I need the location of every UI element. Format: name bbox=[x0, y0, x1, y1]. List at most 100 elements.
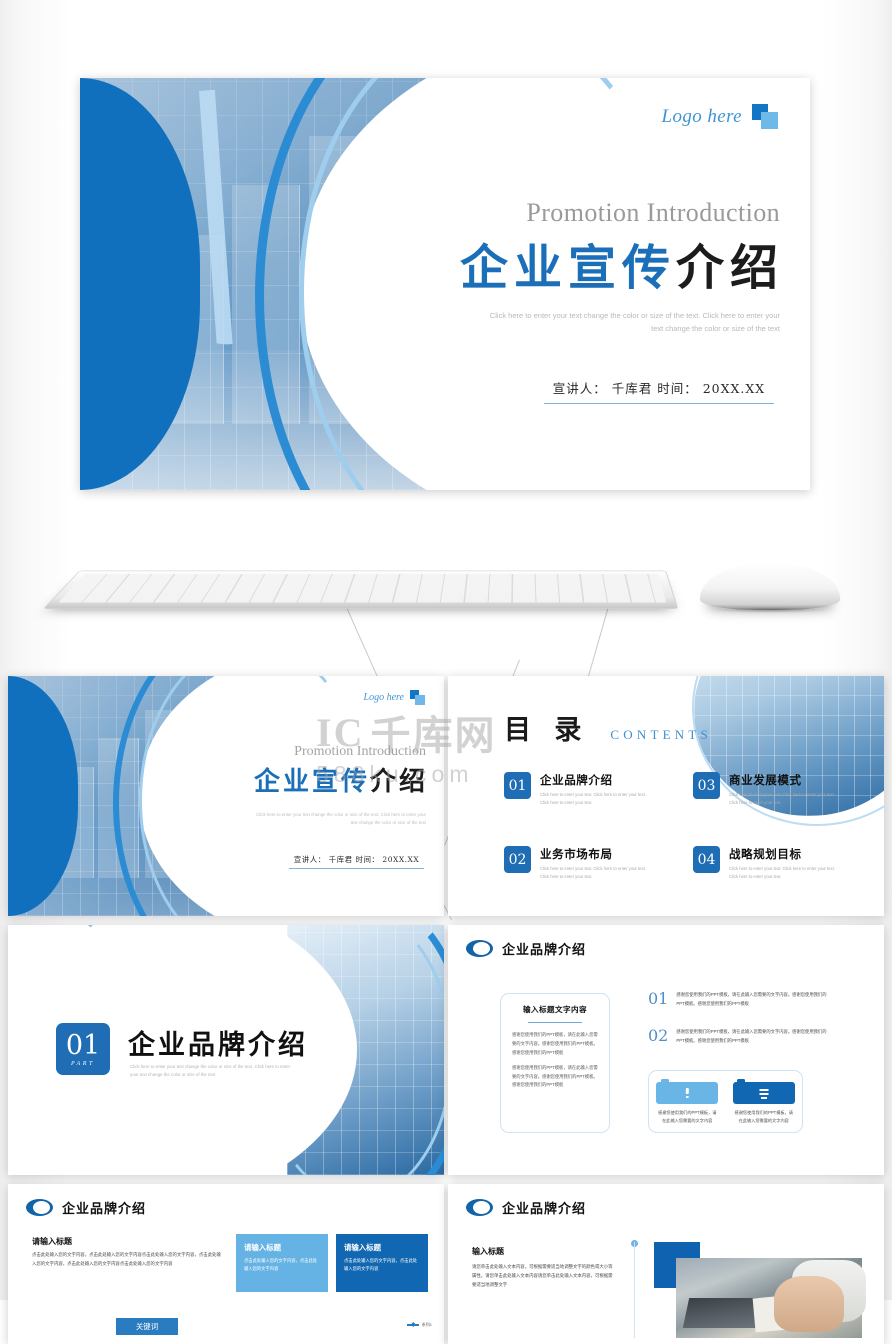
toc-item-04[interactable]: 04 战略规划目标 Click here to enter your text.… bbox=[693, 846, 866, 880]
card-divider bbox=[528, 1022, 582, 1024]
content3-text: 请您单击此处输入文本内容，可根据需要适当地调整文字的颜色或大小等属性。请您单击此… bbox=[472, 1264, 613, 1288]
toc-item-label: 战略规划目标 bbox=[729, 847, 802, 862]
content1-row-number: 01 bbox=[648, 989, 669, 1008]
content-slide-3[interactable]: 企业品牌介绍 输入标题 请您单击此处输入文本内容，可根据需要适当地调整文字的颜色… bbox=[448, 1184, 884, 1344]
thumb-cover-main-title: 企业宣传介绍 bbox=[254, 761, 428, 798]
toc-heading: 目 录 CONTENTS bbox=[504, 708, 712, 747]
logo-label: Logo here bbox=[661, 106, 742, 127]
content1-icon-col-1: 感谢您使用我们的PPT模板，请在此输入您需要的文字内容 bbox=[649, 1071, 726, 1132]
content1-icon-box: 感谢您使用我们的PPT模板，请在此输入您需要的文字内容 感谢您使用我们的PPT模… bbox=[648, 1070, 803, 1133]
content-slide-2[interactable]: 企业品牌介绍 请输入标题 点击此处输入您的文字内容，点击此处输入您的文字内容点击… bbox=[8, 1184, 444, 1344]
left-rule bbox=[448, 925, 452, 1175]
divider-description: Click here to enter your text change the… bbox=[130, 1064, 291, 1078]
thumb-title-blue: 企业宣传 bbox=[253, 767, 370, 797]
cover-title-black: 介绍 bbox=[675, 240, 784, 296]
content2-tile-2[interactable]: 请输入标题 点击此处输入您的文字内容，点击此处输入您的文字内容 bbox=[336, 1234, 428, 1292]
content1-header: 企业品牌介绍 bbox=[466, 939, 586, 958]
thumb-cover-description: Click here to enter your text change the… bbox=[256, 812, 426, 825]
eye-logo-icon bbox=[26, 1199, 53, 1216]
toc-number-badge: 01 bbox=[504, 772, 531, 799]
toc-title-en: CONTENTS bbox=[610, 727, 712, 742]
toc-item-label: 业务市场布局 bbox=[540, 847, 613, 862]
logo-squares-icon bbox=[752, 104, 780, 130]
content3-left-block: 输入标题 请您单击此处输入文本内容，可根据需要适当地调整文字的颜色或大小等属性。… bbox=[472, 1246, 624, 1289]
content1-card-title: 输入标题文字内容 bbox=[523, 1005, 587, 1014]
divider-number: 01 bbox=[65, 1029, 101, 1061]
eye-logo-icon bbox=[466, 1199, 493, 1216]
content1-icon-text: 感谢您使用我们的PPT模板，请在此输入您需要的文字内容 bbox=[658, 1110, 717, 1123]
legend-marker-icon bbox=[406, 1324, 419, 1326]
cover-content: Logo here Promotion Introduction 企业宣传介绍 … bbox=[409, 78, 811, 490]
cover-main-title: 企业宣传介绍 bbox=[460, 228, 784, 298]
content1-row-01: 01 感谢您使用我们的PPT模板，请在此输入您需要的文字内容。感谢您使用我们的P… bbox=[648, 991, 831, 1008]
content3-title: 输入标题 bbox=[472, 1246, 504, 1256]
content2-left-text: 点击此处输入您的文字内容，点击此处输入您的文字内容点击此处输入您的文字内容，点击… bbox=[32, 1252, 221, 1266]
content3-header-title: 企业品牌介绍 bbox=[502, 1202, 587, 1217]
toc-title-cn: 目 录 bbox=[504, 715, 589, 746]
content1-row-number: 02 bbox=[648, 1026, 669, 1045]
thumb-cover-slide[interactable]: Logo here Promotion Introduction 企业宣传介绍 … bbox=[8, 676, 444, 916]
clipboard-list-icon bbox=[732, 1079, 795, 1105]
cover-presenter-line: 宣讲人： 千库君 时间： 20XX.XX bbox=[544, 378, 774, 404]
content2-left-title: 请输入标题 bbox=[32, 1236, 72, 1246]
thumb-cover-presenter: 宣讲人： 千库君 时间： 20XX.XX bbox=[289, 854, 424, 869]
content2-tile-title: 请输入标题 bbox=[344, 1243, 381, 1252]
devices-row bbox=[0, 540, 892, 660]
legend-label: 系列1 bbox=[421, 1322, 432, 1327]
content2-tile-title: 请输入标题 bbox=[244, 1243, 281, 1252]
toc-number-badge: 04 bbox=[693, 846, 720, 874]
content1-card-p2: 感谢您使用我们的PPT模板，请在此输入您需要的文字内容。感谢您使用我们的PPT模… bbox=[512, 1065, 598, 1088]
keyword-button[interactable]: 关键词 bbox=[116, 1318, 178, 1335]
left-rule bbox=[448, 1184, 452, 1344]
thumb-logo-label: Logo here bbox=[363, 692, 404, 703]
content1-left-card: 输入标题文字内容 感谢您使用我们的PPT模板，请在此输入您需要的文字内容。感谢您… bbox=[500, 993, 610, 1133]
toc-item-desc: Click here to enter your text. Click her… bbox=[729, 866, 835, 879]
content1-row-text: 感谢您使用我们的PPT模板，请在此输入您需要的文字内容。感谢您使用我们的PPT模… bbox=[676, 1029, 827, 1043]
toc-item-desc: Click here to enter your text. Click her… bbox=[540, 866, 646, 879]
toc-slide[interactable]: 目 录 CONTENTS 01 企业品牌介绍 Click here to ent… bbox=[448, 676, 884, 916]
toc-item-desc: Click here to enter your text. Click her… bbox=[540, 792, 646, 805]
toc-item-label: 企业品牌介绍 bbox=[540, 773, 613, 787]
content2-tile-text: 点击此处输入您的文字内容，点击此处输入您的文字内容 bbox=[344, 1258, 418, 1272]
toc-number-badge: 02 bbox=[504, 846, 531, 874]
left-rule bbox=[8, 1184, 12, 1344]
divider-title: 企业品牌介绍 bbox=[128, 1030, 308, 1061]
section-divider-slide[interactable]: 01 PART 企业品牌介绍 Click here to enter your … bbox=[8, 925, 444, 1175]
content2-tile-1[interactable]: 请输入标题 点击此处输入您的文字内容，点击此处输入您的文字内容 bbox=[236, 1234, 328, 1292]
cover-title-blue: 企业宣传 bbox=[459, 240, 676, 296]
keyboard-device bbox=[43, 558, 679, 620]
toc-item-02[interactable]: 02 业务市场布局 Click here to enter your text.… bbox=[504, 846, 677, 880]
divider-number-badge: 01 PART bbox=[56, 1023, 110, 1075]
thumb-title-black: 介绍 bbox=[369, 767, 428, 797]
content2-header-title: 企业品牌介绍 bbox=[62, 1202, 147, 1217]
cover-slide[interactable]: Logo here Promotion Introduction 企业宣传介绍 … bbox=[80, 78, 810, 490]
clipboard-alert-icon bbox=[656, 1079, 719, 1105]
content2-tile-text: 点击此处输入您的文字内容，点击此处输入您的文字内容 bbox=[244, 1258, 318, 1272]
mouse-device bbox=[700, 562, 840, 613]
toc-items-grid: 01 企业品牌介绍 Click here to enter your text.… bbox=[504, 772, 866, 880]
content2-left-block: 请输入标题 点击此处输入您的文字内容，点击此处输入您的文字内容点击此处输入您的文… bbox=[32, 1236, 222, 1269]
content1-icon-col-2: 感谢您使用我们的PPT模板，请在此输入您需要的文字内容 bbox=[726, 1071, 803, 1132]
cover-description: Click here to enter your text change the… bbox=[489, 311, 780, 333]
content1-row-text: 感谢您使用我们的PPT模板，请在此输入您需要的文字内容。感谢您使用我们的PPT模… bbox=[676, 992, 827, 1006]
thumb-logo-squares-icon bbox=[410, 690, 426, 705]
toc-item-desc: Click here to enter your text. Click her… bbox=[729, 792, 835, 805]
cover-english-title: Promotion Introduction bbox=[526, 198, 780, 227]
content1-card-p1: 感谢您使用我们的PPT模板，请在此输入您需要的文字内容。感谢您使用我们的PPT模… bbox=[512, 1032, 598, 1055]
thumb-cover-english-title: Promotion Introduction bbox=[294, 744, 426, 759]
toc-number-badge: 03 bbox=[693, 772, 720, 799]
content1-icon-text: 感谢您使用我们的PPT模板，请在此输入您需要的文字内容 bbox=[734, 1110, 793, 1123]
thumb-logo[interactable]: Logo here bbox=[364, 690, 426, 705]
content-slide-1[interactable]: 企业品牌介绍 输入标题文字内容 感谢您使用我们的PPT模板，请在此输入您需要的文… bbox=[448, 925, 884, 1175]
content3-header: 企业品牌介绍 bbox=[466, 1198, 586, 1217]
toc-item-01[interactable]: 01 企业品牌介绍 Click here to enter your text.… bbox=[504, 772, 677, 806]
toc-item-03[interactable]: 03 商业发展模式 Click here to enter your text.… bbox=[693, 772, 866, 806]
timeline-line bbox=[634, 1242, 635, 1338]
toc-item-label: 商业发展模式 bbox=[729, 773, 802, 787]
chart-legend: 系列1 bbox=[406, 1322, 432, 1328]
content1-row-02: 02 感谢您使用我们的PPT模板，请在此输入您需要的文字内容。感谢您使用我们的P… bbox=[648, 1028, 831, 1045]
logo[interactable]: Logo here bbox=[662, 104, 780, 130]
content3-photo bbox=[676, 1258, 866, 1338]
eye-logo-icon bbox=[466, 940, 493, 957]
content1-header-title: 企业品牌介绍 bbox=[502, 943, 587, 958]
